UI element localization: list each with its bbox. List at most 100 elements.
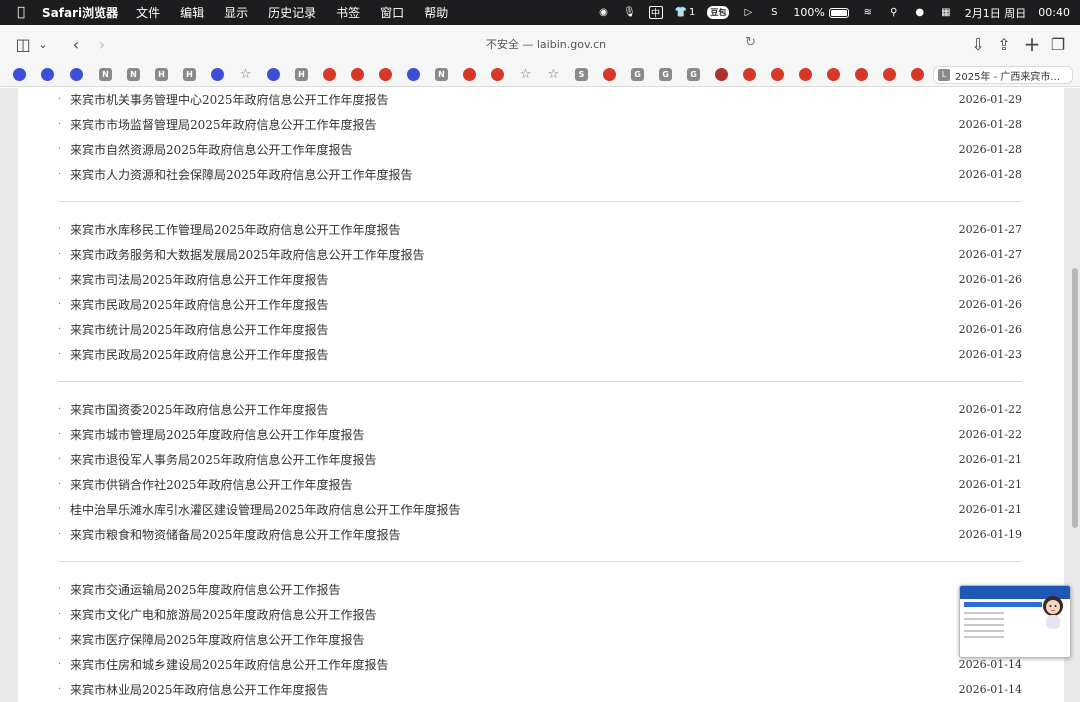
play-icon[interactable]: ▷ bbox=[741, 6, 755, 20]
list-item[interactable]: · 来宾市市场监督管理局2025年政府信息公开工作年度报告 2026-01-28 bbox=[58, 114, 1022, 134]
letter-n-icon[interactable]: N bbox=[127, 68, 140, 81]
microphone-icon[interactable]: 🎙 bbox=[623, 6, 637, 20]
battery-status[interactable]: 100% bbox=[793, 6, 849, 19]
government-emblem-icon[interactable] bbox=[855, 68, 868, 81]
list-item[interactable]: · 来宾市政务服务和大数据发展局2025年政府信息公开工作年度报告 2026-01-… bbox=[58, 244, 1022, 264]
menu-bookmarks[interactable]: 书签 bbox=[336, 4, 360, 21]
letter-h-icon[interactable]: H bbox=[295, 68, 308, 81]
report-title-link[interactable]: 来宾市供销合作社2025年政府信息公开工作年度报告 bbox=[70, 476, 958, 493]
report-title-link[interactable]: 来宾市交通运输局2025年度政府信息公开工作报告 bbox=[70, 581, 958, 598]
report-title-link[interactable]: 来宾市自然资源局2025年政府信息公开工作年度报告 bbox=[70, 141, 958, 158]
list-item[interactable]: · 来宾市退役军人事务局2025年政府信息公开工作年度报告 2026-01-21 bbox=[58, 449, 1022, 469]
download-icon[interactable]: ⇩ bbox=[968, 25, 988, 63]
list-item[interactable]: · 来宾市城市管理局2025年度政府信息公开工作年度报告 2026-01-22 bbox=[58, 424, 1022, 444]
menu-app-name[interactable]: Safari浏览器 bbox=[42, 4, 118, 21]
government-emblem-icon[interactable] bbox=[743, 68, 756, 81]
record-icon[interactable]: ◉ bbox=[597, 6, 611, 20]
list-item[interactable]: · 来宾市机关事务管理中心2025年政府信息公开工作年度报告 2026-01-29 bbox=[58, 89, 1022, 109]
report-title-link[interactable]: 来宾市市场监督管理局2025年政府信息公开工作年度报告 bbox=[70, 116, 958, 133]
list-item[interactable]: · 来宾市医疗保障局2025年度政府信息公开工作年度报告 bbox=[58, 629, 1022, 649]
report-title-link[interactable]: 来宾市医疗保障局2025年度政府信息公开工作年度报告 bbox=[70, 631, 958, 648]
list-item[interactable]: · 来宾市司法局2025年政府信息公开工作年度报告 2026-01-26 bbox=[58, 269, 1022, 289]
clock-date[interactable]: 2月1日 周日 bbox=[965, 5, 1027, 21]
menu-history[interactable]: 历史记录 bbox=[268, 4, 316, 21]
star-icon[interactable]: ☆ bbox=[547, 68, 560, 81]
list-item[interactable]: · 桂中治旱乐滩水库引水灌区建设管理局2025年政府信息公开工作年度报告 2026-… bbox=[58, 499, 1022, 519]
report-title-link[interactable]: 来宾市政务服务和大数据发展局2025年政府信息公开工作年度报告 bbox=[70, 246, 958, 263]
doubao-icon[interactable]: 豆包 bbox=[707, 6, 730, 19]
new-tab-icon[interactable]: + bbox=[1022, 25, 1042, 63]
menu-file[interactable]: 文件 bbox=[136, 4, 160, 21]
report-title-link[interactable]: 来宾市国资委2025年政府信息公开工作年度报告 bbox=[70, 401, 958, 418]
government-emblem-icon[interactable] bbox=[827, 68, 840, 81]
report-title-link[interactable]: 桂中治旱乐滩水库引水灌区建设管理局2025年政府信息公开工作年度报告 bbox=[70, 501, 958, 518]
government-emblem-icon[interactable] bbox=[603, 68, 616, 81]
star-icon[interactable]: ☆ bbox=[239, 68, 252, 81]
list-item[interactable]: · 来宾市住房和城乡建设局2025年政府信息公开工作年度报告 2026-01-14 bbox=[58, 654, 1022, 674]
report-title-link[interactable]: 来宾市司法局2025年政府信息公开工作年度报告 bbox=[70, 271, 958, 288]
report-title-link[interactable]: 来宾市民政局2025年政府信息公开工作年度报告 bbox=[70, 296, 958, 313]
report-title-link[interactable]: 来宾市民政局2025年政府信息公开工作年度报告 bbox=[70, 346, 958, 363]
letter-n-icon[interactable]: N bbox=[99, 68, 112, 81]
menu-window[interactable]: 窗口 bbox=[380, 4, 404, 21]
ruby-icon[interactable] bbox=[715, 68, 728, 81]
government-emblem-icon[interactable] bbox=[799, 68, 812, 81]
report-title-link[interactable]: 来宾市林业局2025年政府信息公开工作年度报告 bbox=[70, 681, 958, 698]
chevron-down-icon[interactable]: ⌄ bbox=[36, 25, 50, 63]
apple-logo-icon[interactable]:  bbox=[14, 5, 28, 20]
report-title-link[interactable]: 来宾市水库移民工作管理局2025年政府信息公开工作年度报告 bbox=[70, 221, 958, 238]
letter-g-icon[interactable]: G bbox=[631, 68, 644, 81]
report-title-link[interactable]: 来宾市粮食和物资储备局2025年度政府信息公开工作年度报告 bbox=[70, 526, 958, 543]
control-center-icon[interactable]: ▦ bbox=[939, 6, 953, 20]
government-emblem-icon[interactable] bbox=[883, 68, 896, 81]
list-item[interactable]: · 来宾市统计局2025年政府信息公开工作年度报告 2026-01-26 bbox=[58, 319, 1022, 339]
input-method-icon[interactable]: 中 bbox=[648, 6, 663, 19]
list-item[interactable]: · 来宾市水库移民工作管理局2025年政府信息公开工作年度报告 2026-01-27 bbox=[58, 219, 1022, 239]
list-item[interactable]: · 来宾市人力资源和社会保障局2025年政府信息公开工作年度报告 2026-01-2… bbox=[58, 164, 1022, 184]
baidu-paw-icon[interactable] bbox=[13, 68, 26, 81]
spotlight-search-icon[interactable]: ⚲ bbox=[887, 6, 901, 20]
baidu-paw-icon[interactable] bbox=[41, 68, 54, 81]
report-title-link[interactable]: 来宾市统计局2025年政府信息公开工作年度报告 bbox=[70, 321, 958, 338]
siri-icon[interactable]: ● bbox=[913, 6, 927, 20]
government-emblem-icon[interactable] bbox=[463, 68, 476, 81]
list-item[interactable]: · 来宾市民政局2025年政府信息公开工作年度报告 2026-01-23 bbox=[58, 344, 1022, 364]
tab-overview-icon[interactable]: ❐ bbox=[1048, 25, 1068, 63]
government-emblem-icon[interactable] bbox=[323, 68, 336, 81]
floating-video-thumbnail[interactable] bbox=[959, 585, 1071, 658]
letter-h-icon[interactable]: H bbox=[183, 68, 196, 81]
back-button-icon[interactable]: ‹ bbox=[66, 25, 86, 63]
report-title-link[interactable]: 来宾市机关事务管理中心2025年政府信息公开工作年度报告 bbox=[70, 91, 958, 108]
letter-n-icon[interactable]: N bbox=[435, 68, 448, 81]
scrollbar[interactable] bbox=[1072, 268, 1078, 528]
forward-button-icon[interactable]: › bbox=[92, 25, 112, 63]
letter-g-icon[interactable]: G bbox=[687, 68, 700, 81]
baidu-paw-icon[interactable] bbox=[267, 68, 280, 81]
government-emblem-icon[interactable] bbox=[491, 68, 504, 81]
report-title-link[interactable]: 来宾市人力资源和社会保障局2025年政府信息公开工作年度报告 bbox=[70, 166, 958, 183]
baidu-paw-icon[interactable] bbox=[407, 68, 420, 81]
sidebar-toggle-icon[interactable]: ◫ bbox=[12, 25, 34, 63]
list-item[interactable]: · 来宾市交通运输局2025年度政府信息公开工作报告 bbox=[58, 579, 1022, 599]
letter-h-icon[interactable]: H bbox=[155, 68, 168, 81]
menu-help[interactable]: 帮助 bbox=[424, 4, 448, 21]
report-title-link[interactable]: 来宾市住房和城乡建设局2025年政府信息公开工作年度报告 bbox=[70, 656, 958, 673]
list-item[interactable]: · 来宾市文化广电和旅游局2025年度政府信息公开工作报告 bbox=[58, 604, 1022, 624]
list-item[interactable]: · 来宾市国资委2025年政府信息公开工作年度报告 2026-01-22 bbox=[58, 399, 1022, 419]
menu-edit[interactable]: 编辑 bbox=[180, 4, 204, 21]
government-emblem-icon[interactable] bbox=[911, 68, 924, 81]
share-icon[interactable]: ⇪ bbox=[994, 25, 1014, 63]
report-title-link[interactable]: 来宾市退役军人事务局2025年政府信息公开工作年度报告 bbox=[70, 451, 958, 468]
letter-g-icon[interactable]: G bbox=[659, 68, 672, 81]
address-bar[interactable]: 不安全 — laibin.gov.cn ↻ bbox=[322, 31, 770, 57]
app-s-icon[interactable]: S bbox=[767, 6, 781, 20]
menu-view[interactable]: 显示 bbox=[224, 4, 248, 21]
government-emblem-icon[interactable] bbox=[771, 68, 784, 81]
clock-time[interactable]: 00:40 bbox=[1038, 6, 1070, 19]
list-item[interactable]: · 来宾市供销合作社2025年政府信息公开工作年度报告 2026-01-21 bbox=[58, 474, 1022, 494]
report-title-link[interactable]: 来宾市城市管理局2025年度政府信息公开工作年度报告 bbox=[70, 426, 958, 443]
list-item[interactable]: · 来宾市民政局2025年政府信息公开工作年度报告 2026-01-26 bbox=[58, 294, 1022, 314]
baidu-paw-icon[interactable] bbox=[211, 68, 224, 81]
government-emblem-icon[interactable] bbox=[379, 68, 392, 81]
star-icon[interactable]: ☆ bbox=[519, 68, 532, 81]
